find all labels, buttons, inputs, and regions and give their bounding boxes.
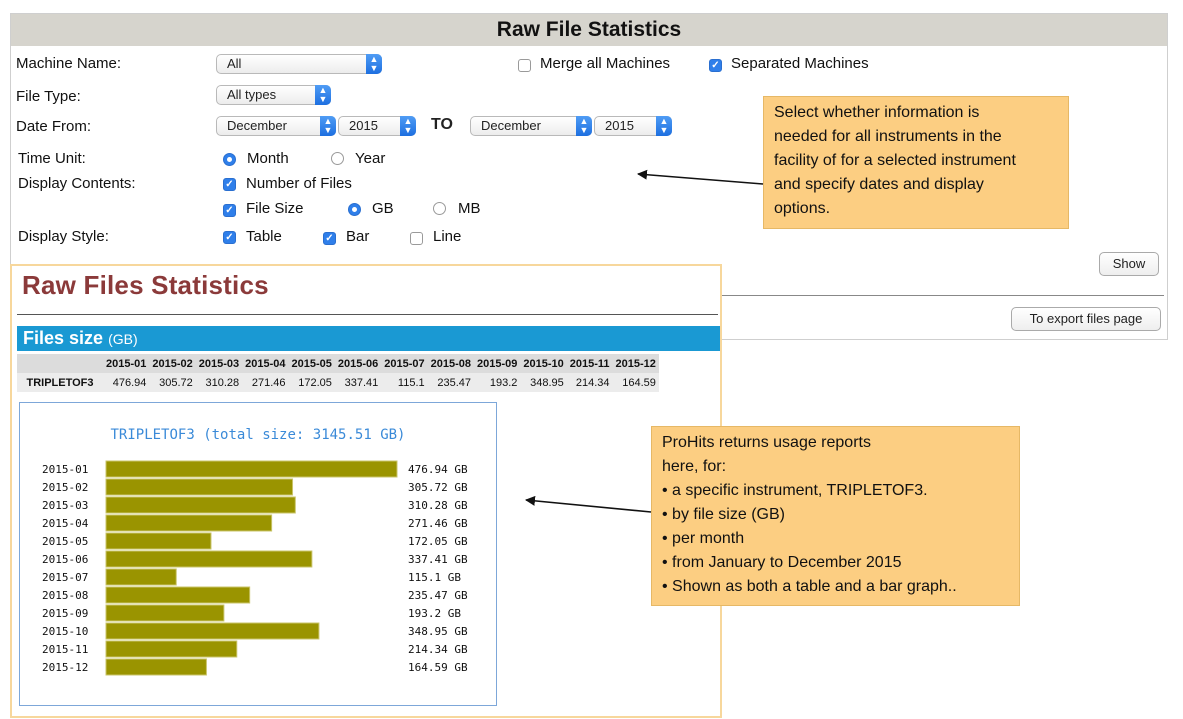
callout-arrows [525,169,764,513]
arrow-to-form [637,169,764,185]
arrow-to-report [525,495,652,513]
